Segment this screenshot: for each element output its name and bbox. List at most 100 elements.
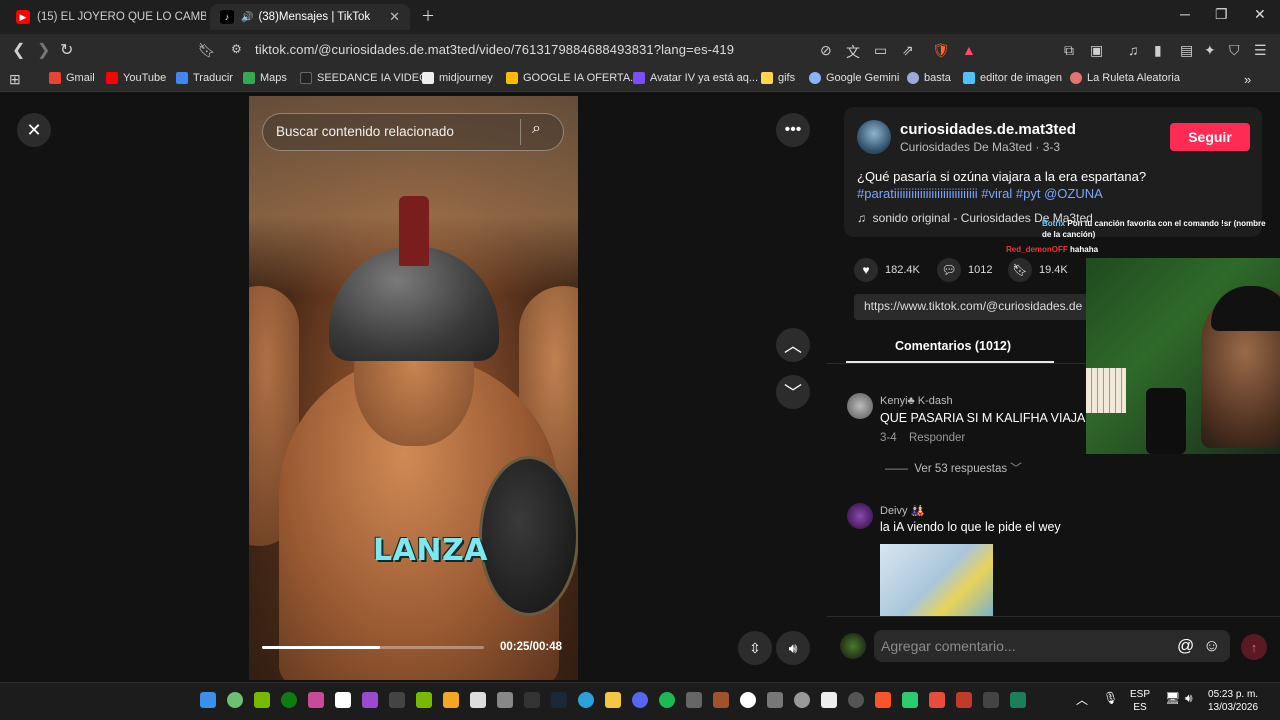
bookmark-gmail[interactable]: Gmail xyxy=(49,72,95,84)
app-icon[interactable] xyxy=(416,692,432,708)
previous-video-button[interactable]: ︿ xyxy=(776,328,810,362)
minimize-button[interactable]: ─ xyxy=(1180,6,1190,22)
app-icon[interactable] xyxy=(821,692,837,708)
obs-icon[interactable] xyxy=(848,692,864,708)
author-username[interactable]: curiosidades.de.mat3ted xyxy=(900,121,1076,138)
network-icon[interactable]: 🖥︎ xyxy=(1165,691,1180,705)
sidebar-icon[interactable]: ▮ xyxy=(1154,42,1162,59)
more-options-button[interactable]: ••• xyxy=(776,113,810,147)
new-tab-button[interactable]: ＋ xyxy=(421,6,435,26)
nvidia-icon[interactable] xyxy=(254,692,270,708)
comment-avatar[interactable] xyxy=(847,393,873,419)
share-app-icon[interactable] xyxy=(686,692,702,708)
volume-icon[interactable]: 🔊︎ xyxy=(1185,691,1193,706)
steam-icon[interactable] xyxy=(551,692,567,708)
comment-author[interactable]: Deivy 🎎 xyxy=(880,504,924,517)
site-info-icon[interactable]: ⚙ xyxy=(231,42,242,56)
translate-icon[interactable]: 文 xyxy=(846,42,860,62)
like-stat[interactable]: ♥ 182.4K xyxy=(854,258,920,282)
bookmark-google-ia[interactable]: GOOGLE IA OFERTA... xyxy=(506,72,639,84)
no-tracking-icon[interactable]: ⊘ xyxy=(820,42,832,59)
bookmark-basta[interactable]: basta xyxy=(907,72,951,84)
epic-games-icon[interactable] xyxy=(524,692,540,708)
close-window-button[interactable]: ✕ xyxy=(1254,6,1266,23)
author-avatar[interactable] xyxy=(857,120,891,154)
spotify-icon[interactable] xyxy=(659,692,675,708)
share-icon[interactable]: ⇗ xyxy=(902,42,914,59)
bookmark-youtube[interactable]: YouTube xyxy=(106,72,166,84)
next-video-button[interactable]: ﹀ xyxy=(776,375,810,409)
screenshot-icon[interactable]: ▣ xyxy=(1090,42,1103,59)
video-player[interactable] xyxy=(249,96,578,680)
bookmark-icon[interactable]: 🔖︎ xyxy=(198,42,216,59)
leo-ai-icon[interactable]: ✦ xyxy=(1204,42,1216,59)
app-icon[interactable] xyxy=(470,692,486,708)
comment-stat[interactable]: 💬︎ 1012 xyxy=(937,258,992,282)
more-bookmarks-icon[interactable]: » xyxy=(1244,72,1251,87)
comment-avatar[interactable] xyxy=(847,503,873,529)
follow-button[interactable]: Seguir xyxy=(1170,123,1250,151)
app-icon[interactable] xyxy=(794,692,810,708)
bookmark-avatar[interactable]: Avatar IV ya está aq... xyxy=(633,72,758,84)
app-icon[interactable] xyxy=(362,692,378,708)
volume-button[interactable]: 🔊︎ xyxy=(776,631,810,665)
folder-icon[interactable] xyxy=(605,692,621,708)
forward-button[interactable]: ❯ xyxy=(37,40,50,60)
back-button[interactable]: ❮ xyxy=(12,40,25,60)
maximize-button[interactable]: ❐ xyxy=(1215,6,1228,23)
tray-expand-icon[interactable]: ︿ xyxy=(1076,691,1088,708)
camera-icon[interactable] xyxy=(767,692,783,708)
app-icon[interactable] xyxy=(389,692,405,708)
reload-button[interactable]: ↻ xyxy=(60,40,73,60)
menu-icon[interactable]: ☰ xyxy=(1254,42,1267,59)
user-avatar[interactable] xyxy=(840,633,866,659)
send-comment-button[interactable]: ↑ xyxy=(1241,634,1267,660)
start-icon[interactable] xyxy=(200,692,216,708)
app-icon[interactable] xyxy=(443,692,459,708)
close-video-button[interactable]: ✕ xyxy=(17,113,51,147)
app-icon[interactable] xyxy=(929,692,945,708)
comment-author[interactable]: Kenyi♣ K-dash xyxy=(880,395,953,407)
app-icon[interactable] xyxy=(1010,692,1026,708)
brave-shields-icon[interactable]: 🛡︎ xyxy=(932,42,950,59)
microphone-icon[interactable]: 🎙︎ xyxy=(1103,691,1118,705)
bookmark-gemini[interactable]: Google Gemini xyxy=(809,72,899,84)
settings-icon[interactable] xyxy=(497,692,513,708)
view-replies-button[interactable]: —— Ver 53 respuestas ﹀ xyxy=(885,460,1022,476)
tab-comments[interactable]: Comentarios (1012) xyxy=(895,339,1011,353)
close-tab-icon[interactable]: ✕ xyxy=(389,9,400,25)
emoji-icon[interactable]: ☺ xyxy=(1203,636,1220,656)
media-icon[interactable]: ♫ xyxy=(1128,42,1139,58)
app-icon[interactable] xyxy=(227,692,243,708)
play-icon[interactable] xyxy=(902,692,918,708)
search-icon[interactable]: ⌕ xyxy=(532,120,541,138)
telegram-icon[interactable] xyxy=(578,692,594,708)
system-clock[interactable]: 05:23 p. m. 13/03/2026 xyxy=(1208,688,1258,714)
save-stat[interactable]: 🔖︎ 19.4K xyxy=(1008,258,1068,282)
xbox-icon[interactable] xyxy=(281,692,297,708)
language-indicator[interactable]: ESP ES xyxy=(1130,688,1150,714)
bookmark-gifs[interactable]: gifs xyxy=(761,72,795,84)
extensions-icon[interactable]: ⧉ xyxy=(1064,42,1074,59)
app-icon[interactable] xyxy=(956,692,972,708)
browser-tab-tiktok[interactable]: ♪ 🔊 (38)Mensajes | TikTok ✕ xyxy=(210,4,410,30)
post-hashtags[interactable]: #paratiiiiiiiiiiiiiiiiiiiiiiiiiiiii #vir… xyxy=(857,186,1103,201)
browser-tab-youtube[interactable]: ▶ (15) EL JOYERO QUE LO CAMBIÓ TOD xyxy=(6,4,206,30)
vpn-icon[interactable]: ⛉ xyxy=(1229,42,1240,59)
bookmark-traducir[interactable]: Traducir xyxy=(176,72,233,84)
post-link[interactable]: https://www.tiktok.com/@curiosidades.de xyxy=(854,294,1089,320)
bookmark-maps[interactable]: Maps xyxy=(243,72,287,84)
mention-icon[interactable]: @ xyxy=(1177,636,1194,656)
app-icon[interactable] xyxy=(713,692,729,708)
comment-gif-image[interactable] xyxy=(880,544,993,616)
discord-icon[interactable] xyxy=(632,692,648,708)
reply-button[interactable]: Responder xyxy=(909,432,965,444)
bookmark-seedance[interactable]: SEEDANCE IA VIDEO xyxy=(300,72,428,84)
brave-rewards-icon[interactable]: ▲ xyxy=(962,42,976,58)
brave-icon[interactable] xyxy=(875,692,891,708)
bookmark-ruleta[interactable]: La Ruleta Aleatoria xyxy=(1070,72,1180,84)
app-icon[interactable] xyxy=(740,692,756,708)
autoscroll-button[interactable]: ⇳ xyxy=(738,631,772,665)
bookmark-midjourney[interactable]: midjourney xyxy=(422,72,493,84)
bookmark-editor[interactable]: editor de imagen xyxy=(963,72,1062,84)
